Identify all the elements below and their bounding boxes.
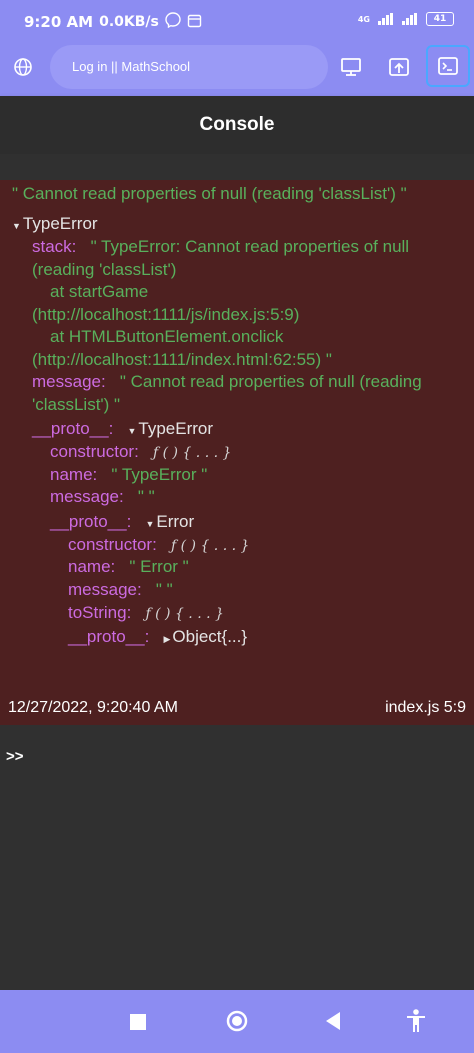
stack-line: (reading 'classList'): [32, 260, 177, 279]
error-message: " Cannot read properties of null (readin…: [12, 184, 407, 203]
message-row: message: " Cannot read properties of nul…: [32, 371, 422, 394]
console-header: Console: [0, 96, 474, 154]
globe-icon[interactable]: [6, 50, 40, 84]
name-row: name: " TypeError ": [50, 464, 207, 487]
proto-row[interactable]: __proto__: ▼ Error: [50, 511, 194, 536]
error-entry[interactable]: " Cannot read properties of null (readin…: [0, 180, 474, 725]
accessibility-icon[interactable]: [404, 1008, 428, 1039]
console-icon[interactable]: [426, 45, 470, 87]
message-line: 'classList') ": [32, 395, 121, 414]
message-key: message:: [32, 372, 106, 391]
status-left: 9:20 AM 0.0KB/s: [24, 12, 202, 32]
function-value: ƒ ( ) { . . . }: [152, 445, 232, 461]
message-value: " ": [155, 580, 173, 599]
proto-row[interactable]: __proto__: ▶ Object{...}: [68, 626, 247, 651]
function-value: ƒ ( ) { . . . }: [170, 538, 250, 554]
collapsed-triangle-icon: ▶: [163, 634, 171, 644]
signal-icon: [378, 13, 394, 25]
open-in-new-icon[interactable]: [382, 50, 416, 84]
name-value: " TypeError ": [111, 465, 208, 484]
tostring-row: toString: ƒ ( ) { . . . }: [68, 602, 224, 626]
message-value: " ": [137, 487, 155, 506]
type-error-toggle[interactable]: ▼ TypeError: [12, 213, 98, 238]
message-row: message: " ": [68, 579, 173, 602]
name-value: " Error ": [129, 557, 189, 576]
home-icon[interactable]: [224, 1008, 250, 1039]
name-key: name:: [68, 557, 116, 576]
console-prompt: >>: [6, 748, 24, 765]
status-speed: 0.0KB/s: [99, 14, 159, 30]
constructor-key: constructor:: [68, 535, 157, 554]
url-bar[interactable]: Log in || MathSchool: [50, 45, 328, 89]
function-value: ƒ ( ) { . . . }: [145, 606, 224, 622]
recent-apps-icon[interactable]: [128, 1008, 148, 1039]
calendar-icon: [187, 13, 202, 32]
stack-line: " TypeError: Cannot read properties of n…: [90, 237, 410, 256]
console-input-area[interactable]: [0, 725, 474, 990]
expand-triangle-icon: ▼: [145, 519, 155, 529]
status-bar: 9:20 AM 0.0KB/s 4G 41: [0, 0, 474, 42]
system-nav-bar: [0, 990, 474, 1053]
proto-key: __proto__:: [50, 512, 132, 531]
name-key: name:: [50, 465, 98, 484]
stack-key: stack:: [32, 237, 77, 256]
stack-line: (http://localhost:1111/js/index.js:5:9): [32, 305, 300, 324]
name-row: name: " Error ": [68, 556, 189, 579]
signal-2-icon: [402, 13, 418, 25]
message-key: message:: [50, 487, 124, 506]
battery-icon: 41: [426, 12, 454, 26]
log-footer: 12/27/2022, 9:20:40 AM index.js 5:9: [0, 699, 474, 723]
proto-key: __proto__:: [32, 419, 114, 438]
header-spacer: [0, 154, 474, 180]
network-label: 4G: [357, 14, 370, 24]
message-line: " Cannot read properties of null (readin…: [119, 372, 422, 391]
proto-value: Error: [156, 512, 195, 531]
message-key: message:: [68, 580, 142, 599]
status-time: 9:20 AM: [24, 13, 94, 31]
page-title: Console: [199, 114, 275, 135]
proto-value: TypeError: [138, 419, 214, 438]
proto-row[interactable]: __proto__: ▼ TypeError: [32, 418, 213, 443]
proto-key: __proto__:: [68, 627, 150, 646]
log-source-link[interactable]: index.js 5:9: [385, 699, 466, 717]
tostring-key: toString:: [68, 603, 132, 622]
stack-line: at startGame: [50, 282, 149, 301]
status-right: 4G 41: [358, 12, 454, 26]
proto-value: Object{...}: [172, 627, 248, 646]
browser-toolbar: Log in || MathSchool: [0, 42, 474, 96]
log-timestamp: 12/27/2022, 9:20:40 AM: [8, 699, 178, 716]
expand-triangle-icon: ▼: [127, 426, 137, 436]
constructor-key: constructor:: [50, 442, 139, 461]
type-error-label: TypeError: [22, 214, 98, 233]
stack-line: (http://localhost:1111/index.html:62:55)…: [32, 350, 332, 369]
back-icon[interactable]: [322, 1008, 344, 1039]
expand-triangle-icon: ▼: [12, 221, 21, 231]
constructor-row: constructor: ƒ ( ) { . . . }: [68, 534, 249, 558]
desktop-icon[interactable]: [334, 50, 368, 84]
constructor-row: constructor: ƒ ( ) { . . . }: [50, 441, 231, 465]
messenger-icon: [165, 12, 181, 32]
stack-line: at HTMLButtonElement.onclick: [50, 327, 284, 346]
message-row: message: " ": [50, 486, 155, 509]
stack-row: stack: " TypeError: Cannot read properti…: [32, 236, 409, 259]
